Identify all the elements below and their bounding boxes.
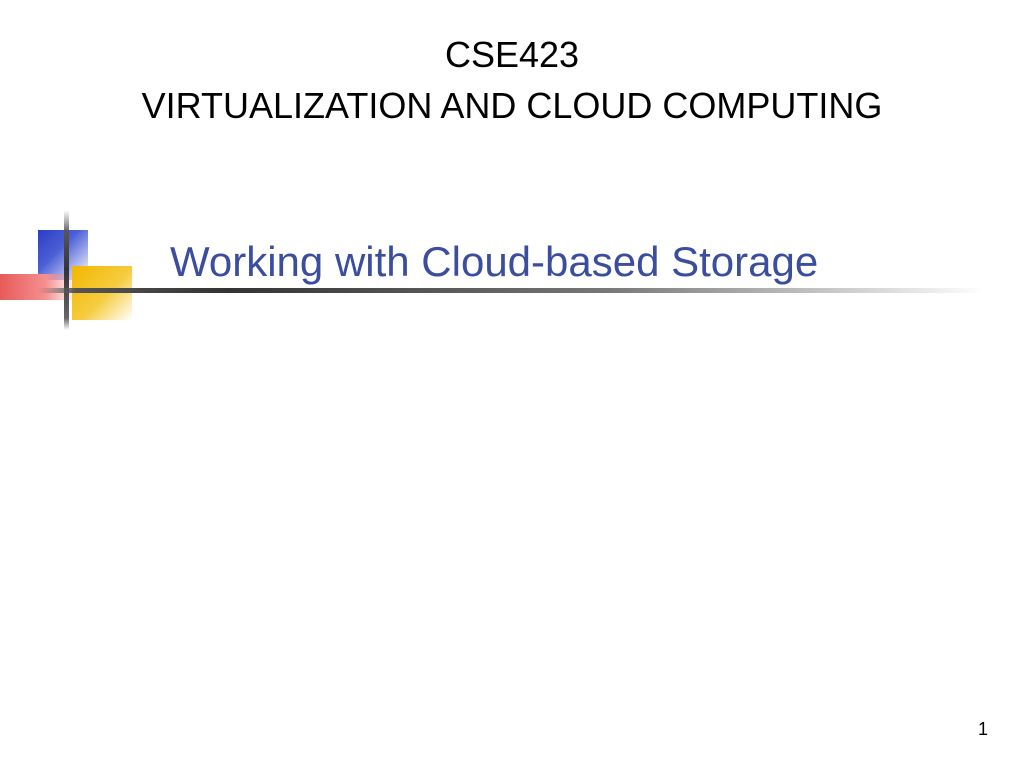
page-number: 1 [978, 719, 988, 740]
course-name: VIRTUALIZATION AND CLOUD COMPUTING [0, 83, 1024, 130]
course-code: CSE423 [0, 32, 1024, 79]
vertical-line-icon [64, 210, 69, 330]
course-header: CSE423 VIRTUALIZATION AND CLOUD COMPUTIN… [0, 0, 1024, 130]
slide-title: Working with Cloud-based Storage [170, 238, 818, 286]
yellow-square-icon [72, 266, 132, 320]
title-decoration [38, 230, 148, 320]
horizontal-line-icon [38, 288, 986, 293]
